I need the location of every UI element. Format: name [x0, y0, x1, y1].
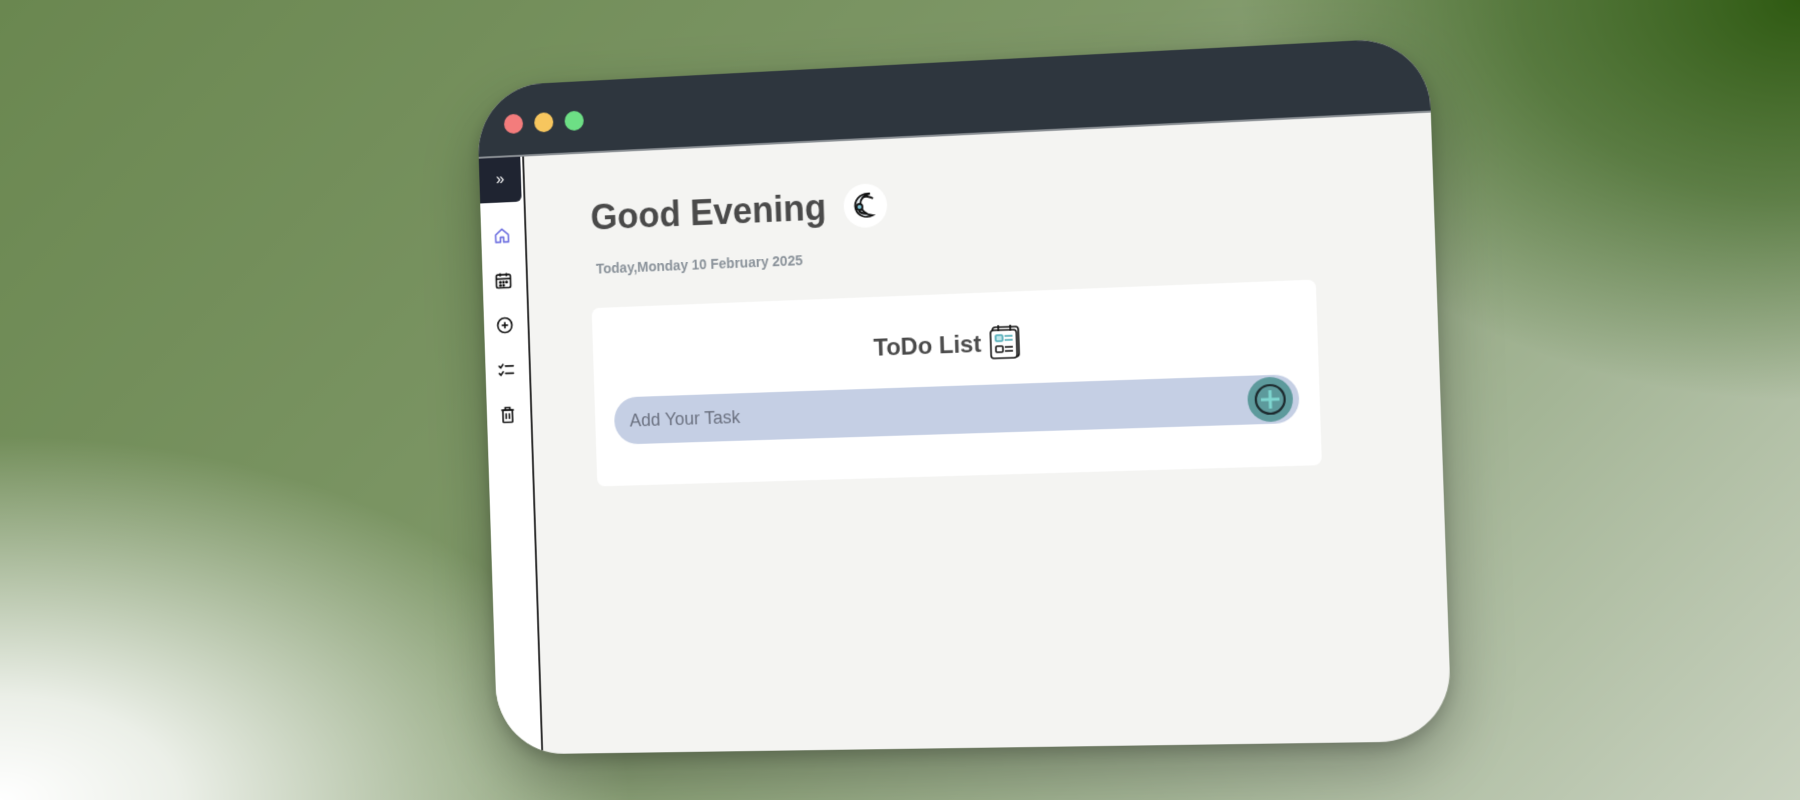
sidebar-item-completed[interactable]	[495, 358, 518, 382]
clipboard-icon	[989, 321, 1024, 365]
calendar-icon	[494, 270, 513, 290]
checklist-icon	[497, 360, 516, 380]
moon-icon	[843, 182, 888, 229]
sidebar-item-trash[interactable]	[496, 403, 519, 427]
add-circle-icon	[495, 315, 514, 335]
home-icon	[492, 225, 511, 245]
sidebar-item-home[interactable]	[490, 223, 513, 247]
todo-card-header: ToDo List	[593, 310, 1319, 380]
greeting-title: Good Evening	[589, 186, 827, 238]
sidebar-item-add-task[interactable]	[493, 313, 516, 337]
todo-card: ToDo List	[591, 279, 1322, 487]
close-window-button[interactable]	[503, 113, 524, 135]
minimize-window-button[interactable]	[533, 112, 554, 133]
todo-title: ToDo List	[873, 330, 982, 362]
current-date: Today,Monday 10 February 2025	[595, 252, 803, 277]
double-chevron-right-icon: »	[495, 171, 505, 189]
sidebar-item-calendar[interactable]	[492, 268, 515, 292]
plus-circle-icon	[1251, 380, 1289, 418]
main-content: Good Evening Today,Monday 10 February 20…	[522, 113, 1452, 754]
add-task-button[interactable]	[1246, 376, 1294, 423]
add-task-bar	[613, 374, 1300, 445]
trash-icon	[498, 405, 517, 425]
app-window: » Good Evening Today,Monday 10 February …	[476, 36, 1453, 755]
sidebar-toggle-button[interactable]: »	[478, 156, 522, 204]
maximize-window-button[interactable]	[564, 110, 584, 132]
add-task-input[interactable]	[613, 376, 1239, 445]
greeting-header: Good Evening	[589, 182, 888, 240]
